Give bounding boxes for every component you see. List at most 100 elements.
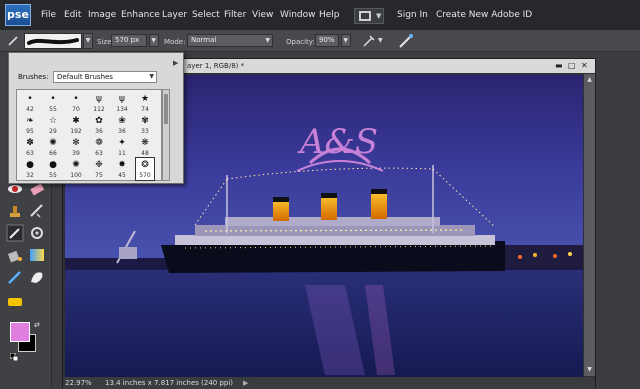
brush-tip-icon: ✾ [141, 116, 149, 126]
opacity-slider-button[interactable]: ▼ [341, 34, 351, 47]
airbrush-icon[interactable] [362, 34, 376, 48]
brush-preset[interactable]: ● 32 [21, 158, 39, 180]
swap-colors-icon[interactable]: ⇄ [34, 321, 42, 329]
brush-preset[interactable]: ✻ 39 [67, 136, 85, 158]
smart-brush-icon[interactable] [28, 224, 46, 242]
tablet-pen-icon[interactable] [398, 33, 414, 49]
custom-shape-icon[interactable] [28, 268, 46, 286]
brush-preset[interactable]: ✱ 192 [67, 114, 85, 136]
default-colors-icon[interactable] [9, 346, 19, 362]
opacity-field[interactable]: 90% [315, 34, 339, 47]
scroll-up-arrow[interactable]: ▲ [585, 76, 594, 84]
menu-edit[interactable]: Edit [64, 10, 81, 20]
brush-tip-icon: ψ [119, 94, 125, 104]
brush-size-label: 36 [95, 128, 103, 135]
menu-select[interactable]: Select [192, 10, 220, 20]
brush-tip-icon: ❀ [118, 116, 126, 126]
brush-preset[interactable]: ✿ 36 [90, 114, 108, 136]
brush-preset[interactable]: ❉ 75 [90, 158, 108, 180]
menu-help[interactable]: Help [319, 10, 340, 20]
size-slider-button[interactable]: ▼ [149, 34, 159, 47]
brush-preset[interactable]: ✺ 66 [44, 136, 62, 158]
tool-options-bar: ▼ Size: 570 px ▼ Mode: Normal ▼ Opacity: … [0, 30, 640, 52]
brush-preset[interactable]: ● 55 [44, 158, 62, 180]
mode-label: Mode: [164, 38, 186, 46]
brush-set-select[interactable]: Default Brushes ▼ [53, 71, 157, 83]
menu-enhance[interactable]: Enhance [121, 10, 160, 20]
brush-preset[interactable]: ✽ 63 [21, 136, 39, 158]
brush-tip-icon: ✺ [49, 138, 57, 148]
brush-tool-icon-active[interactable] [6, 224, 24, 242]
brush-preset[interactable]: ❋ 48 [136, 136, 154, 158]
brush-preset[interactable]: • 70 [67, 92, 85, 114]
menu-filter[interactable]: Filter [224, 10, 246, 20]
foreground-color-swatch[interactable] [10, 322, 30, 342]
brush-preset[interactable]: ✺ 100 [67, 158, 85, 180]
scroll-down-arrow[interactable]: ▼ [585, 366, 594, 374]
brush-tip-icon: ✦ [118, 138, 126, 148]
brush-picker-dropdown[interactable]: ▼ [83, 33, 93, 49]
brush-size-label: 75 [95, 172, 103, 179]
brush-tip-icon: ✱ [72, 116, 80, 126]
workspace-layout-button[interactable]: ▼ [354, 8, 384, 24]
menu-view[interactable]: View [252, 10, 273, 20]
brushes-label: Brushes: [18, 73, 49, 81]
mode-select[interactable]: Normal ▼ [187, 34, 273, 47]
brush-preset[interactable]: ☆ 29 [44, 114, 62, 136]
brush-preset[interactable]: ✦ 11 [113, 136, 131, 158]
brush-preset[interactable]: ❀ 36 [113, 114, 131, 136]
brush-preset[interactable]: ❧ 95 [21, 114, 39, 136]
gradient-icon[interactable] [28, 246, 46, 264]
sign-in-link[interactable]: Sign In [397, 10, 428, 20]
pencil-icon[interactable] [6, 268, 24, 286]
brush-preset[interactable]: ✾ 33 [136, 114, 154, 136]
brush-preset[interactable]: ★ 74 [136, 92, 154, 114]
chevron-down-icon: ▼ [376, 12, 382, 20]
brush-preset[interactable]: • 42 [21, 92, 39, 114]
panel-menu-arrow[interactable]: ▶ [173, 59, 178, 67]
brush-tip-icon: ✺ [72, 160, 80, 170]
brush-tip-icon: ψ [96, 94, 102, 104]
brush-tip-icon: ❉ [95, 160, 103, 170]
brush-size-label: 63 [26, 150, 34, 157]
brush-tip-icon: ★ [140, 94, 150, 104]
brush-tool-icon [8, 36, 18, 46]
close-icon[interactable]: ✕ [581, 59, 588, 73]
airbrush-options-dropdown[interactable]: ▼ [378, 34, 388, 48]
brush-size-label: 100 [70, 172, 82, 179]
brush-preset[interactable]: ❂ 570 [135, 157, 155, 181]
brush-tip-icon: ● [26, 160, 34, 170]
vertical-scrollbar[interactable]: ▲ ▼ [584, 74, 595, 376]
brush-size-label: 36 [118, 128, 126, 135]
brush-preset[interactable]: ψ 112 [90, 92, 108, 114]
create-adobe-id-link[interactable]: Create New Adobe ID [436, 10, 532, 20]
spot-healing-icon[interactable] [28, 202, 46, 220]
brush-preset[interactable]: ✸ 45 [113, 158, 131, 180]
brush-preview[interactable] [24, 33, 82, 49]
monogram-text: A&S [297, 122, 378, 162]
brush-preset[interactable]: ❁ 63 [90, 136, 108, 158]
brush-size-label: 192 [70, 128, 82, 135]
sponge-icon[interactable] [6, 292, 24, 310]
status-menu-arrow[interactable]: ▶ [243, 377, 248, 389]
menu-image[interactable]: Image [88, 10, 116, 20]
brush-size-label: 29 [49, 128, 57, 135]
brush-tip-icon: ❋ [141, 138, 149, 148]
brush-size-label: 48 [141, 150, 149, 157]
zoom-level[interactable]: 22.97% [65, 377, 92, 389]
brush-preset[interactable]: ψ 134 [113, 92, 131, 114]
clone-stamp-icon[interactable] [6, 202, 24, 220]
brush-tip-icon: ❧ [26, 116, 34, 126]
brush-preset[interactable]: • 55 [44, 92, 62, 114]
maximize-icon[interactable]: □ [568, 59, 576, 73]
brush-grid-scrollbar[interactable] [162, 89, 170, 181]
brush-size-label: 39 [72, 150, 80, 157]
minimize-icon[interactable]: ▬ [555, 59, 563, 73]
brush-size-label: 32 [26, 172, 34, 179]
menu-window[interactable]: Window [280, 10, 316, 20]
size-field[interactable]: 570 px [111, 34, 147, 47]
paint-bucket-icon[interactable] [6, 246, 24, 264]
menu-file[interactable]: File [41, 10, 56, 20]
scroll-thumb[interactable] [164, 94, 168, 124]
menu-layer[interactable]: Layer [162, 10, 187, 20]
